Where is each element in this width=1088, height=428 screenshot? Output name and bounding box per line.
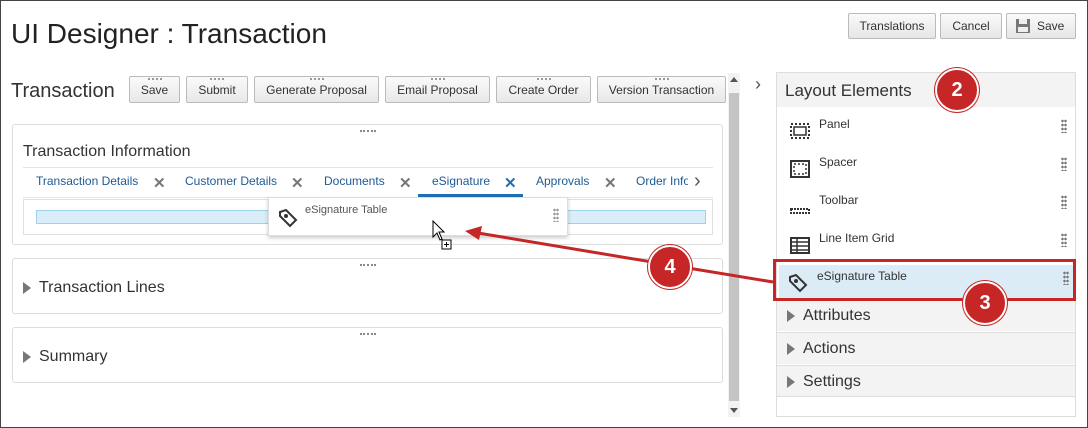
drag-ghost-label: eSignature Table: [305, 204, 388, 216]
drag-handle-icon[interactable]: [1061, 119, 1067, 133]
close-icon[interactable]: ✕: [291, 174, 304, 192]
drag-grip: [210, 78, 224, 80]
highlight-box: [773, 259, 1076, 301]
pen-icon: [279, 208, 298, 228]
settings-label: Settings: [803, 373, 861, 390]
expand-triangle-icon: [23, 350, 31, 363]
chevron-right-icon[interactable]: ›: [694, 170, 701, 193]
layout-elements-header[interactable]: Layout Elements: [777, 73, 1075, 107]
expand-triangle-icon: [787, 309, 795, 322]
drag-handle-icon[interactable]: [1061, 195, 1067, 209]
section-drag-grip[interactable]: [359, 130, 376, 132]
toolbar-create-order-button[interactable]: Create Order: [496, 76, 591, 103]
panel-icon: [790, 123, 810, 139]
layout-element-line-item-grid[interactable]: Line Item Grid: [781, 227, 1073, 263]
tab-documents[interactable]: Documents: [324, 174, 385, 188]
section-drag-grip[interactable]: [359, 333, 376, 335]
cursor-icon: [432, 220, 452, 250]
toolbar-email-proposal-label: Email Proposal: [397, 82, 478, 97]
collapse-panel-icon[interactable]: ›: [755, 74, 761, 95]
attributes-label: Attributes: [803, 307, 871, 324]
tab-order-info[interactable]: Order Info: [636, 174, 688, 188]
expand-triangle-icon: [787, 342, 795, 355]
canvas-scrollbar[interactable]: [728, 73, 740, 417]
toolbar-save-button[interactable]: Save: [129, 76, 180, 103]
drag-grip: [536, 78, 551, 80]
toolbar-email-proposal-button[interactable]: Email Proposal: [385, 76, 490, 103]
tab-customer-details[interactable]: Customer Details: [185, 174, 277, 188]
close-icon[interactable]: ✕: [399, 174, 412, 192]
toolbar-create-order-label: Create Order: [508, 82, 579, 97]
drag-handle-icon[interactable]: [1061, 157, 1067, 171]
scroll-down-icon[interactable]: [730, 408, 738, 413]
callout-badge: 4: [648, 245, 692, 289]
drag-grip: [430, 78, 445, 80]
toolbar-submit-button[interactable]: Submit: [186, 76, 248, 103]
drag-handle-icon: [553, 208, 559, 222]
drag-grip: [147, 78, 162, 80]
attributes-accordion[interactable]: Attributes: [777, 299, 1075, 331]
actions-accordion[interactable]: Actions: [777, 332, 1075, 364]
transaction-lines-title: Transaction Lines: [39, 279, 165, 296]
save-button-label: Save: [1037, 19, 1065, 33]
transaction-lines-toggle[interactable]: Transaction Lines: [23, 279, 165, 297]
spacer-icon: [790, 160, 810, 178]
drag-grip: [654, 78, 669, 80]
close-icon[interactable]: ✕: [504, 174, 517, 192]
translations-button[interactable]: Translations: [848, 13, 936, 39]
expand-triangle-icon: [23, 281, 31, 294]
tab-esignature[interactable]: eSignature: [432, 174, 490, 188]
tab-approvals[interactable]: Approvals: [536, 174, 589, 188]
toolbar-generate-proposal-button[interactable]: Generate Proposal: [254, 76, 379, 103]
layout-element-toolbar[interactable]: Toolbar: [781, 189, 1073, 225]
callout-badge: 2: [935, 68, 979, 112]
layout-element-panel[interactable]: Panel: [781, 113, 1073, 149]
scroll-up-icon[interactable]: [730, 77, 738, 82]
drag-ghost: eSignature Table: [268, 197, 568, 236]
layout-element-spacer[interactable]: Spacer: [781, 151, 1073, 187]
actions-label: Actions: [803, 340, 856, 357]
page-title: UI Designer : Transaction: [11, 18, 327, 49]
layout-elements-panel: Layout Elements Panel Spacer Toolbar Lin…: [776, 72, 1076, 417]
drag-grip: [309, 78, 324, 80]
drag-handle-icon[interactable]: [1061, 233, 1067, 247]
callout-badge: 3: [963, 281, 1007, 325]
summary-section: Summary: [12, 327, 723, 383]
divider: [23, 167, 713, 168]
layout-element-label: Spacer: [819, 155, 858, 169]
grid-icon: [790, 237, 810, 254]
layout-element-label: Line Item Grid: [819, 231, 895, 245]
summary-toggle[interactable]: Summary: [23, 348, 107, 366]
transaction-lines-section: Transaction Lines: [12, 258, 723, 314]
toolbar-save-label: Save: [140, 82, 169, 97]
toolbar-icon: [790, 208, 810, 214]
scroll-thumb[interactable]: [729, 93, 739, 401]
toolbar-submit-label: Submit: [198, 82, 236, 97]
layout-element-label: Toolbar: [819, 193, 859, 207]
tab-transaction-details[interactable]: Transaction Details: [36, 174, 138, 188]
section-drag-grip[interactable]: [359, 264, 376, 266]
floppy-icon: [1016, 19, 1030, 33]
toolbar-version-transaction-button[interactable]: Version Transaction: [597, 76, 726, 103]
canvas-heading: Transaction: [11, 80, 115, 102]
close-icon[interactable]: ✕: [604, 174, 617, 192]
save-button[interactable]: Save: [1006, 13, 1076, 39]
toolbar-generate-proposal-label: Generate Proposal: [266, 82, 367, 97]
summary-title: Summary: [39, 348, 108, 365]
close-icon[interactable]: ✕: [153, 174, 166, 192]
cancel-button[interactable]: Cancel: [940, 13, 1002, 39]
expand-triangle-icon: [787, 375, 795, 388]
settings-accordion[interactable]: Settings: [777, 365, 1075, 397]
toolbar-version-transaction-label: Version Transaction: [608, 82, 715, 97]
transaction-information-title: Transaction Information: [23, 143, 191, 160]
layout-element-label: Panel: [819, 117, 850, 131]
